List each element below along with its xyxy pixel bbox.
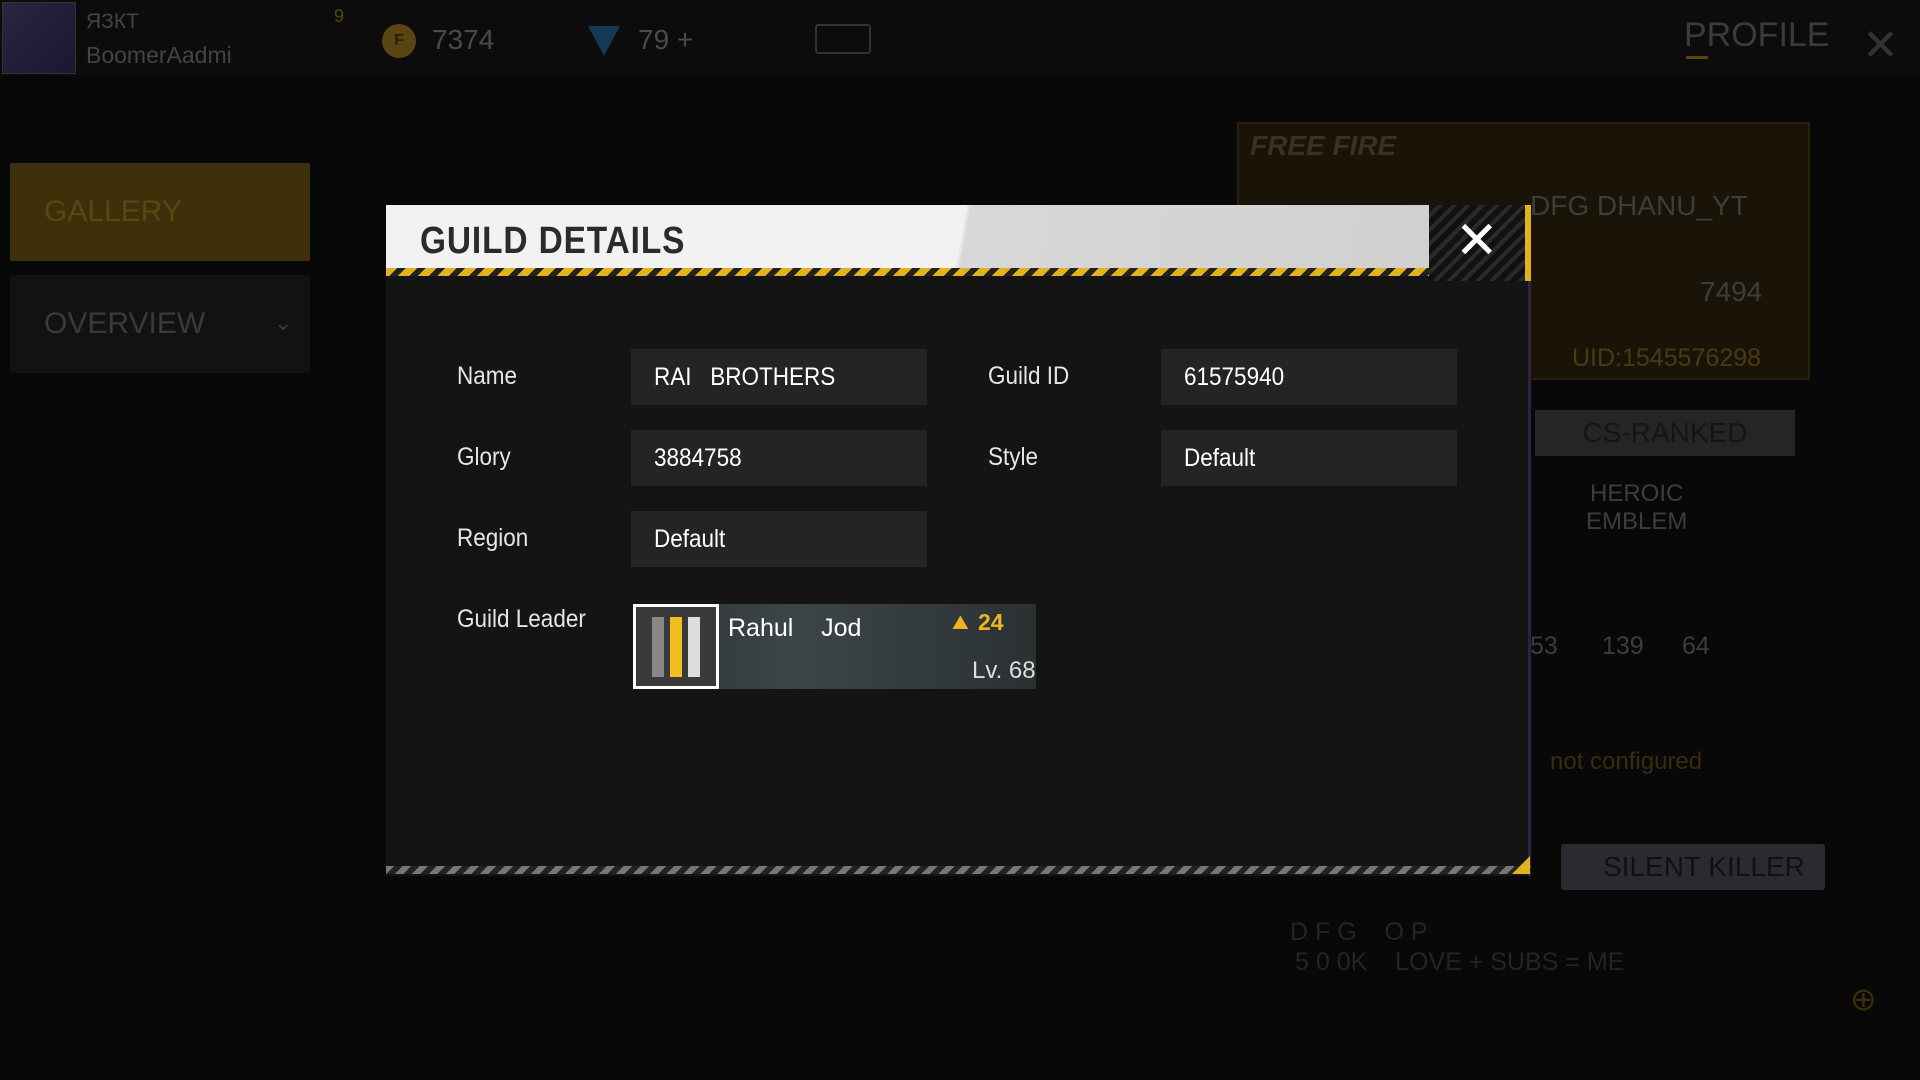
guild-id-field: 61575940	[1161, 349, 1457, 405]
rank-icon: ⛰	[952, 612, 969, 634]
title-badge[interactable]: SILENT KILLER	[1561, 844, 1825, 890]
guild-leader-label: Guild Leader	[457, 605, 586, 633]
corner-accent	[1512, 856, 1530, 874]
close-icon: ✕	[1455, 212, 1499, 270]
bio-line-2: 5 0 0K LOVE + SUBS = ME	[1295, 948, 1625, 976]
style-field: Default	[1161, 430, 1457, 486]
title-underline	[1686, 56, 1708, 59]
region-field: Default	[631, 511, 927, 567]
player-tag: ЯЗКТ	[86, 10, 139, 33]
emblem-label: HEROIC EMBLEM	[1586, 480, 1688, 535]
top-bar	[0, 0, 1920, 76]
bio-line-1: D F G O P	[1290, 918, 1428, 946]
leader-avatar	[633, 604, 719, 689]
gold-count: 7374	[432, 24, 495, 55]
gold-coin-icon: F	[382, 24, 416, 58]
rank-mode-tab[interactable]: CS-RANKED	[1535, 410, 1795, 456]
style-label: Style	[988, 443, 1039, 471]
stat-3: 64	[1682, 632, 1710, 660]
glory-field: 3884758	[631, 430, 927, 486]
level-badge: 9	[334, 6, 345, 26]
chevron-down-icon: ⌄	[274, 310, 293, 335]
name-label: Name	[457, 362, 518, 390]
brand-logo: FREE FIRE	[1250, 130, 1397, 161]
leader-name: Rahul Jod	[728, 614, 862, 642]
diamond-icon	[588, 26, 620, 56]
likes-count: 7494	[1700, 276, 1763, 307]
close-icon[interactable]: ✕	[1862, 20, 1899, 71]
sidebar-item-gallery[interactable]: GALLERY	[10, 163, 310, 261]
leader-rank: 24	[978, 609, 1004, 635]
sidebar-item-overview[interactable]: OVERVIEW	[10, 275, 310, 373]
name-field: RAI BROTHERS	[631, 349, 927, 405]
stat-1: 53	[1530, 632, 1558, 660]
header-stripe	[386, 268, 1429, 276]
modal-title: GUILD DETAILS	[420, 220, 686, 262]
guild-id-label: Guild ID	[988, 362, 1070, 390]
leader-level: Lv. 68	[972, 657, 1036, 684]
not-configured-text: not configured	[1550, 748, 1703, 775]
player-name: BoomerAadmi	[86, 42, 232, 68]
glory-label: Glory	[457, 443, 511, 471]
guild-details-modal	[386, 205, 1531, 876]
add-friend-icon[interactable]: ⊕	[1850, 980, 1877, 1018]
diamond-count[interactable]: 79 +	[638, 24, 693, 56]
uid-text[interactable]: UID:1545576298	[1572, 344, 1761, 373]
player-avatar[interactable]	[2, 2, 76, 74]
nickname: DFG DHANU_YT	[1530, 190, 1748, 221]
page-title: PROFILE	[1684, 16, 1830, 54]
stat-2: 139	[1602, 632, 1644, 660]
card-icon[interactable]	[815, 24, 871, 54]
region-label: Region	[457, 524, 529, 552]
modal-close-button[interactable]: ✕	[1429, 205, 1531, 281]
modal-bottom-stripe	[386, 866, 1531, 874]
